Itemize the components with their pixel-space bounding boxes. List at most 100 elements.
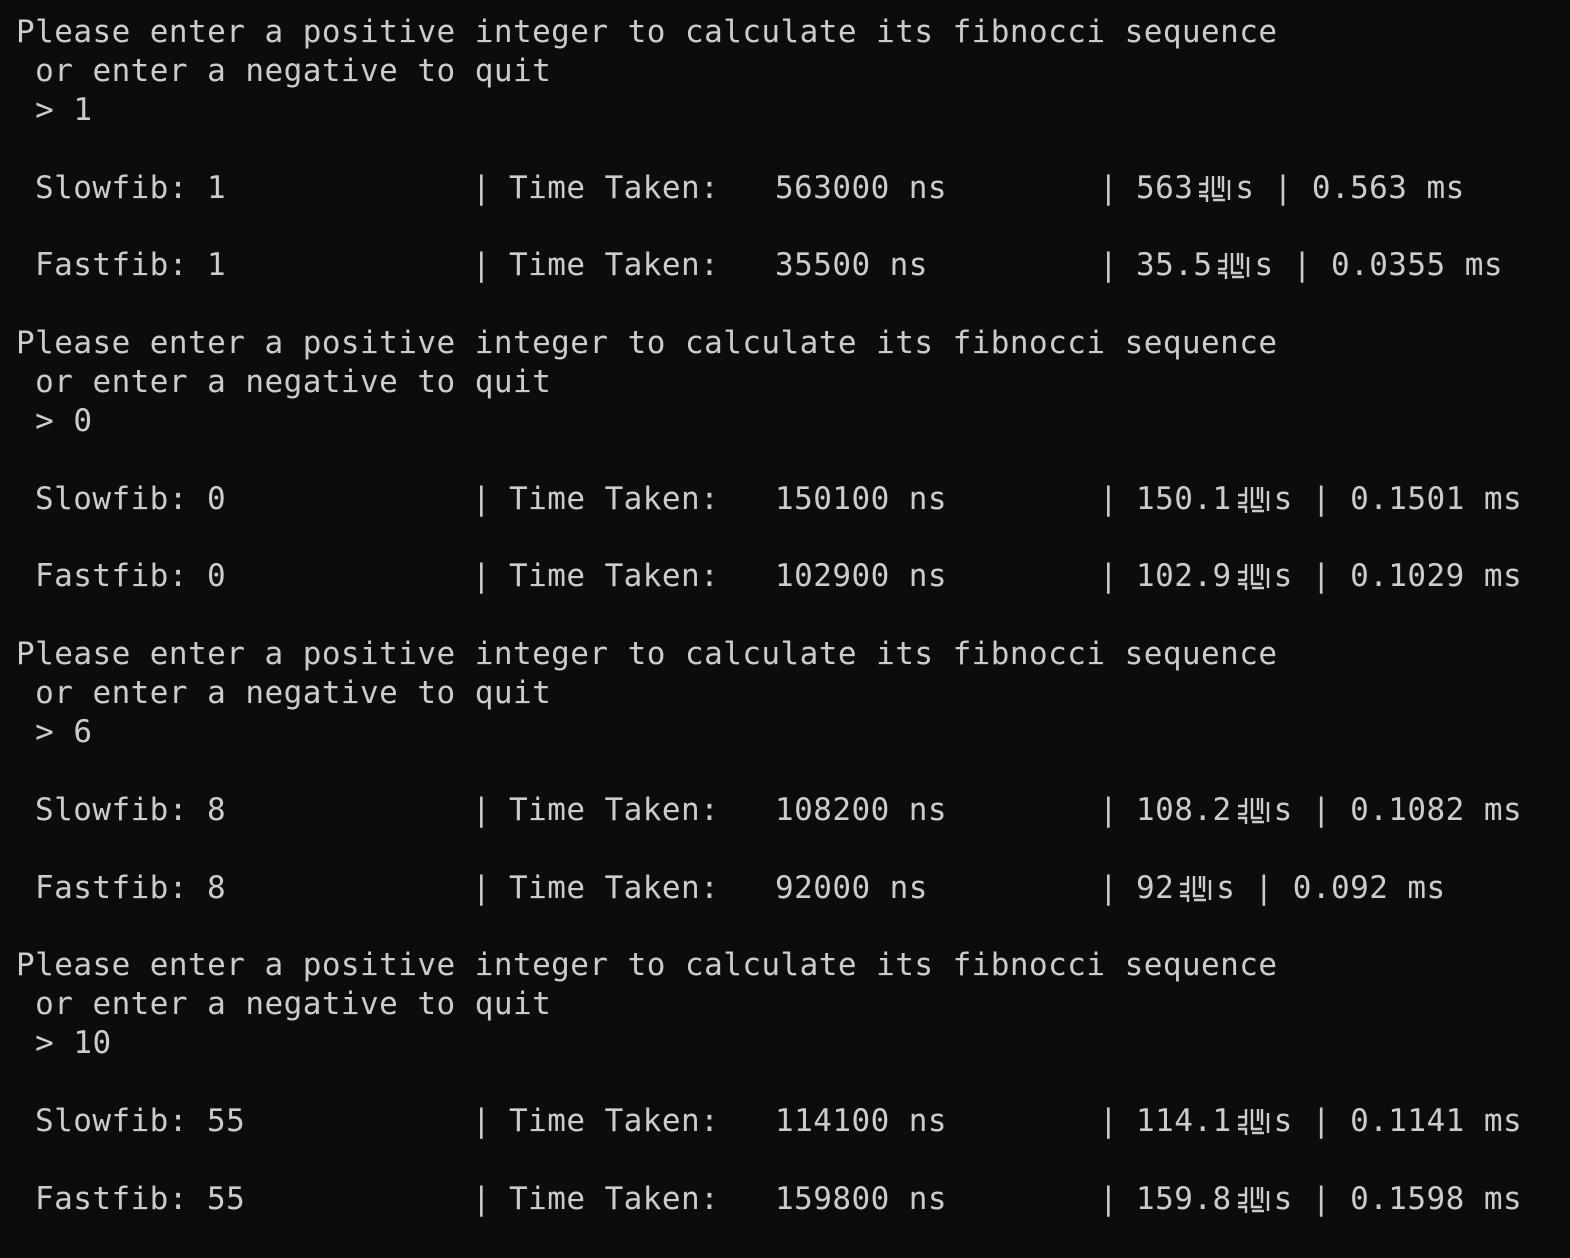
milliseconds-value: 0.0355 ms xyxy=(1330,247,1503,284)
fib-label: Fastfib: 0 xyxy=(35,558,227,595)
milliseconds-value: 0.1082 ms xyxy=(1350,791,1523,828)
unrenderable-glyph-icon xyxy=(1236,796,1272,826)
fib-label: Slowfib: 55 xyxy=(35,1102,246,1139)
nanoseconds-value: 102900 ns xyxy=(775,558,948,595)
nanoseconds-value: 563000 ns xyxy=(775,169,948,206)
fib-result-row: Fastfib: 55 | Time Taken: 159800 ns | 159.8 s … xyxy=(16,1180,1570,1219)
nanoseconds-value: 108200 ns xyxy=(775,791,948,828)
unrenderable-glyph-icon xyxy=(1197,174,1233,204)
milliseconds-value: 0.092 ms xyxy=(1292,869,1446,906)
microseconds-value: 92 xyxy=(1136,869,1175,906)
user-input-line: > 6 xyxy=(16,714,93,751)
fib-result-row: Slowfib: 1 | Time Taken: 563000 ns | 563 s | 0… xyxy=(16,169,1570,208)
column-separator: | xyxy=(472,1180,492,1217)
column-separator: | xyxy=(1099,1180,1119,1217)
column-separator: | xyxy=(1311,791,1331,828)
microseconds-value: 35.5 xyxy=(1136,247,1213,284)
time-taken-label: Time Taken: xyxy=(509,558,720,595)
micro-milli-values: 159.8 s | 0.1598 ms xyxy=(1136,1180,1522,1219)
microseconds-unit: s xyxy=(1273,791,1293,828)
fib-result-row: Fastfib: 8 | Time Taken: 92000 ns | 92 s | 0.0… xyxy=(16,869,1570,908)
milliseconds-value: 0.1141 ms xyxy=(1350,1102,1523,1139)
column-separator: | xyxy=(472,869,492,906)
column-separator: | xyxy=(1292,247,1312,284)
micro-milli-values: 35.5 s | 0.0355 ms xyxy=(1136,246,1503,285)
microseconds-unit: s xyxy=(1235,169,1255,206)
fib-result-row: Slowfib: 55 | Time Taken: 114100 ns | 114.1 s … xyxy=(16,1102,1570,1141)
time-taken-label: Time Taken: xyxy=(509,247,720,284)
prompt-line-2: or enter a negative to quit xyxy=(16,986,552,1023)
fib-result-row: Fastfib: 1 | Time Taken: 35500 ns | 35.5 s | 0… xyxy=(16,246,1570,285)
unrenderable-glyph-icon xyxy=(1178,874,1214,904)
micro-milli-values: 114.1 s | 0.1141 ms xyxy=(1136,1102,1522,1141)
prompt-line-1: Please enter a positive integer to calcu… xyxy=(16,947,1278,984)
fib-result-row: Slowfib: 8 | Time Taken: 108200 ns | 108.2 s |… xyxy=(16,791,1570,830)
microseconds-unit: s xyxy=(1273,480,1293,517)
milliseconds-value: 0.563 ms xyxy=(1311,169,1465,206)
fib-label: Fastfib: 1 xyxy=(35,247,227,284)
column-separator: | xyxy=(1099,558,1119,595)
column-separator: | xyxy=(472,1102,492,1139)
column-separator: | xyxy=(472,791,492,828)
nanoseconds-value: 150100 ns xyxy=(775,480,948,517)
milliseconds-value: 0.1598 ms xyxy=(1350,1180,1523,1217)
unrenderable-glyph-icon xyxy=(1216,251,1252,281)
nanoseconds-value: 35500 ns xyxy=(775,247,928,284)
micro-milli-values: 563 s | 0.563 ms xyxy=(1136,169,1465,208)
column-separator: | xyxy=(1273,169,1293,206)
time-taken-label: Time Taken: xyxy=(509,169,720,206)
unrenderable-glyph-icon xyxy=(1236,1107,1272,1137)
column-separator: | xyxy=(1099,169,1119,206)
microseconds-unit: s xyxy=(1254,247,1274,284)
nanoseconds-value: 92000 ns xyxy=(775,869,928,906)
microseconds-unit: s xyxy=(1273,558,1293,595)
microseconds-unit: s xyxy=(1273,1102,1293,1139)
column-separator: | xyxy=(1254,869,1274,906)
fib-label: Slowfib: 0 xyxy=(35,480,227,517)
prompt-line-1: Please enter a positive integer to calcu… xyxy=(16,14,1278,50)
unrenderable-glyph-icon xyxy=(1236,562,1272,592)
microseconds-value: 108.2 xyxy=(1136,791,1232,828)
column-separator: | xyxy=(1099,1102,1119,1139)
microseconds-unit: s xyxy=(1216,869,1236,906)
column-separator: | xyxy=(1311,480,1331,517)
user-input-line: > 10 xyxy=(16,1025,112,1062)
milliseconds-value: 0.1029 ms xyxy=(1350,558,1523,595)
fib-result-row: Fastfib: 0 | Time Taken: 102900 ns | 102.9 s |… xyxy=(16,557,1570,596)
fib-result-row: Slowfib: 0 | Time Taken: 150100 ns | 150.1 s |… xyxy=(16,480,1570,519)
fib-label: Fastfib: 8 xyxy=(35,869,227,906)
column-separator: | xyxy=(1099,791,1119,828)
micro-milli-values: 92 s | 0.092 ms xyxy=(1136,869,1446,908)
time-taken-label: Time Taken: xyxy=(509,1102,720,1139)
column-separator: | xyxy=(1099,869,1119,906)
microseconds-unit: s xyxy=(1273,1180,1293,1217)
terminal-output[interactable]: Please enter a positive integer to calcu… xyxy=(16,13,1570,1258)
prompt-line-1: Please enter a positive integer to calcu… xyxy=(16,636,1278,673)
unrenderable-glyph-icon xyxy=(1236,1185,1272,1215)
nanoseconds-value: 114100 ns xyxy=(775,1102,948,1139)
micro-milli-values: 150.1 s | 0.1501 ms xyxy=(1136,480,1522,519)
prompt-line-2: or enter a negative to quit xyxy=(16,364,552,401)
milliseconds-value: 0.1501 ms xyxy=(1350,480,1523,517)
time-taken-label: Time Taken: xyxy=(509,791,720,828)
column-separator: | xyxy=(472,558,492,595)
time-taken-label: Time Taken: xyxy=(509,869,720,906)
column-separator: | xyxy=(1311,1102,1331,1139)
microseconds-value: 102.9 xyxy=(1136,558,1232,595)
column-separator: | xyxy=(472,247,492,284)
column-separator: | xyxy=(472,480,492,517)
fib-label: Slowfib: 8 xyxy=(35,791,227,828)
microseconds-value: 159.8 xyxy=(1136,1180,1232,1217)
micro-milli-values: 108.2 s | 0.1082 ms xyxy=(1136,791,1522,830)
fib-label: Fastfib: 55 xyxy=(35,1180,246,1217)
microseconds-value: 150.1 xyxy=(1136,480,1232,517)
micro-milli-values: 102.9 s | 0.1029 ms xyxy=(1136,557,1522,596)
